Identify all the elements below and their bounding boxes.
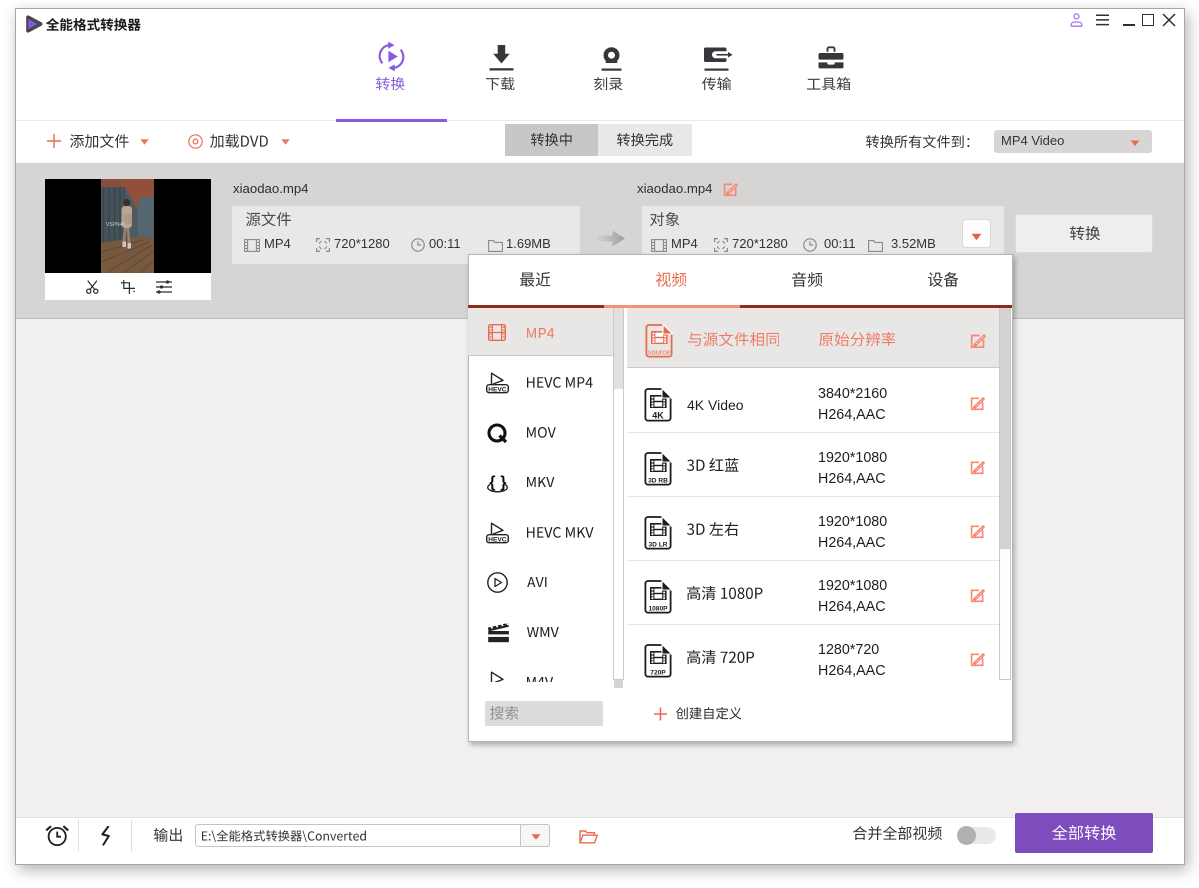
svg-text:VSPN4K: VSPN4K	[106, 222, 126, 228]
svg-text:4K: 4K	[652, 411, 664, 421]
svg-text:720P: 720P	[650, 670, 666, 677]
svg-text:{: {	[489, 474, 495, 491]
svg-text:HEVC: HEVC	[488, 386, 507, 393]
svg-text:1080P: 1080P	[648, 606, 668, 613]
svg-text:}: }	[500, 474, 506, 491]
svg-text:3D RB: 3D RB	[648, 478, 668, 485]
svg-text:HEVC: HEVC	[488, 536, 507, 543]
svg-text:3D LR: 3D LR	[648, 542, 667, 549]
svg-text:source: source	[648, 348, 670, 357]
